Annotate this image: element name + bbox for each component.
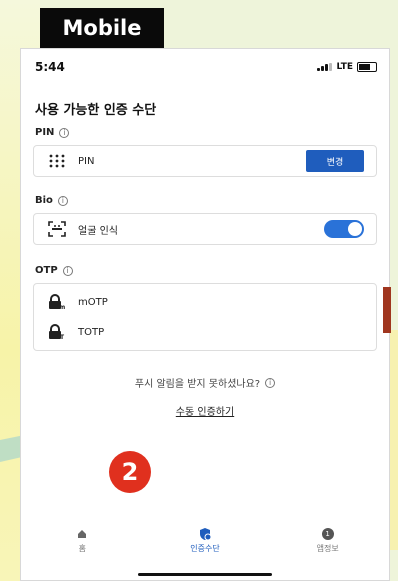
otp-card: m mOTP T TOTP	[33, 283, 377, 351]
section-label-bio: Bio i	[35, 195, 68, 206]
shield-key-icon	[198, 527, 212, 541]
info-icon[interactable]: i	[59, 127, 70, 138]
otp-item-label: TOTP	[78, 326, 105, 338]
manual-auth-link[interactable]: 수동 인증하기	[21, 403, 389, 418]
phone-screen: 5:44 LTE 사용 가능한 인증 수단 PIN i PIN 변경 Bio i…	[20, 48, 391, 581]
push-question-text: 푸시 알림을 받지 못하셨나요?	[134, 379, 261, 390]
pin-section-title: PIN	[35, 127, 55, 138]
status-time: 5:44	[35, 60, 65, 74]
info-icon[interactable]: i	[265, 377, 276, 388]
tab-badge: 1	[321, 528, 334, 540]
section-label-pin: PIN i	[35, 127, 70, 138]
battery-icon	[357, 62, 377, 72]
network-label: LTE	[336, 62, 353, 72]
tab-label: 인증수단	[190, 544, 220, 553]
pin-change-button[interactable]: 변경	[306, 150, 364, 172]
info-icon[interactable]: i	[57, 195, 68, 206]
otp-section-title: OTP	[35, 265, 58, 276]
keypad-icon	[46, 154, 68, 168]
push-question: 푸시 알림을 받지 못하셨나요? i	[21, 375, 389, 390]
tab-bar: 홈 인증수단 1 앱정보	[21, 527, 389, 557]
signal-icon	[317, 63, 333, 71]
bio-card: 얼굴 인식	[33, 213, 377, 245]
otp-row-totp[interactable]: T TOTP	[34, 317, 376, 347]
status-indicators: LTE	[317, 62, 377, 72]
otp-row-motp[interactable]: m mOTP	[34, 287, 376, 317]
section-label-otp: OTP i	[35, 265, 73, 276]
bio-section-title: Bio	[35, 195, 53, 206]
bio-row: 얼굴 인식	[34, 214, 376, 244]
bio-item-label: 얼굴 인식	[78, 225, 118, 237]
tab-label: 홈	[78, 544, 87, 553]
tab-label: 앱정보	[316, 544, 339, 553]
otp-item-label: mOTP	[78, 296, 108, 308]
step-badge: 2	[109, 451, 151, 493]
side-marker	[383, 287, 391, 333]
info-badge-icon: 1	[321, 527, 334, 541]
lock-m-icon: m	[46, 294, 68, 310]
tab-app-info[interactable]: 1 앱정보	[288, 527, 368, 554]
mobile-tag: Mobile	[40, 8, 164, 48]
face-scan-icon	[46, 221, 68, 237]
info-icon[interactable]: i	[62, 265, 73, 276]
lock-t-icon: T	[46, 324, 68, 340]
pin-row: PIN 변경	[34, 146, 376, 176]
home-icon	[77, 527, 87, 541]
tab-auth-methods[interactable]: 인증수단	[165, 527, 245, 554]
pin-card: PIN 변경	[33, 145, 377, 177]
face-recognition-toggle[interactable]	[324, 220, 364, 238]
svg-text:T: T	[60, 334, 65, 340]
status-bar: 5:44 LTE	[35, 59, 377, 75]
page-title: 사용 가능한 인증 수단	[35, 103, 157, 118]
pin-item-label: PIN	[78, 155, 95, 167]
svg-text:m: m	[59, 304, 65, 310]
tab-home[interactable]: 홈	[42, 527, 122, 554]
home-indicator	[138, 573, 272, 576]
